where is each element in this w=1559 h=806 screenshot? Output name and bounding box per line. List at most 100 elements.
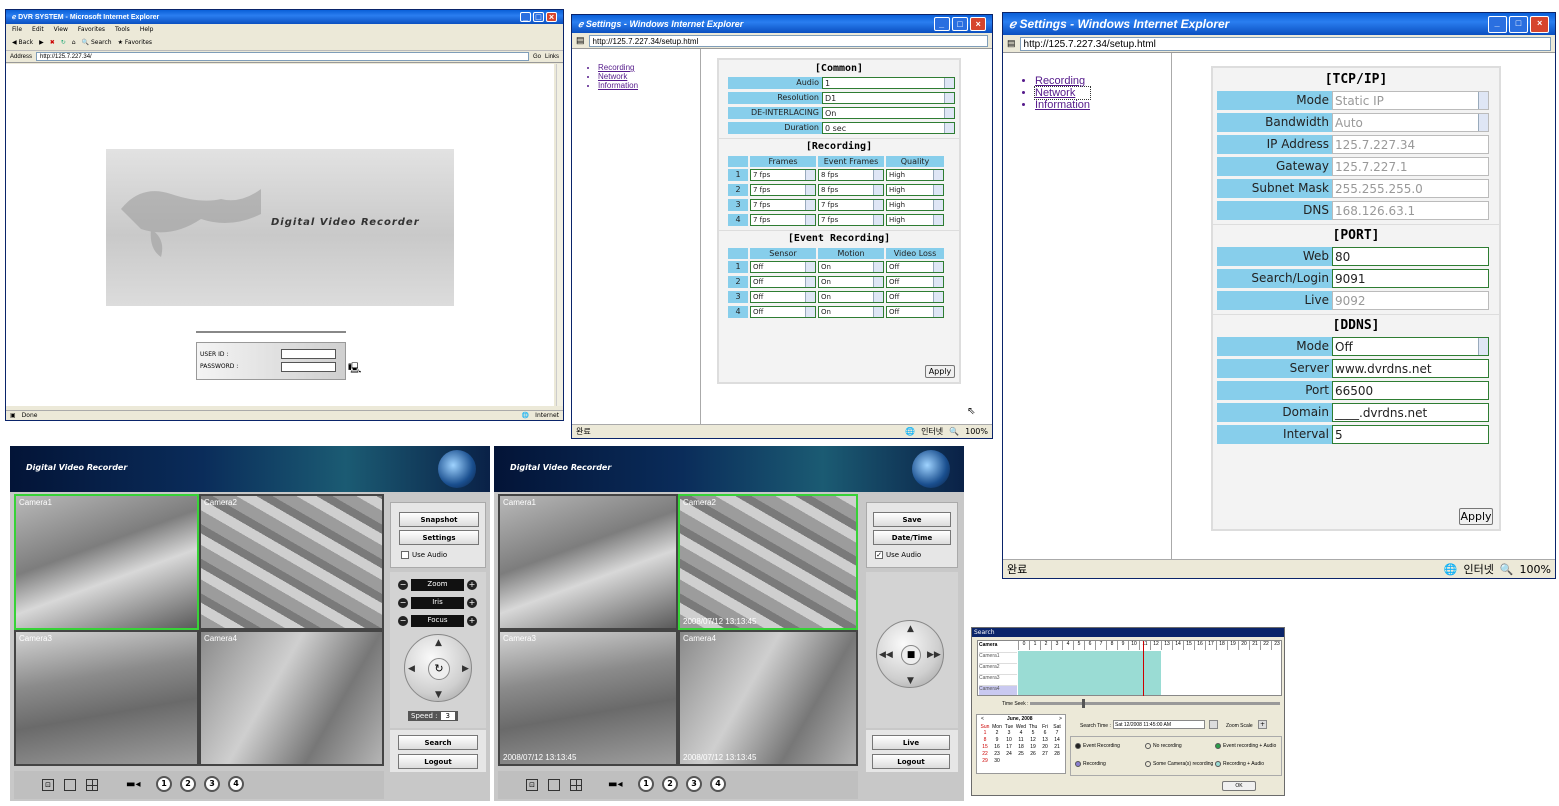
apply-button[interactable]: Apply bbox=[1459, 508, 1493, 525]
table-select[interactable]: Off bbox=[750, 261, 816, 273]
dropdown-arrow-icon[interactable] bbox=[1478, 338, 1488, 355]
maximize-icon[interactable]: □ bbox=[952, 17, 968, 31]
menu-item[interactable]: Favorites bbox=[78, 26, 105, 33]
iris-plus-button[interactable]: + bbox=[467, 598, 477, 608]
setting-input[interactable]: ____.dvrdns.net bbox=[1332, 403, 1489, 422]
stop-icon[interactable]: ✖ bbox=[50, 39, 55, 46]
calendar-day[interactable]: 21 bbox=[1051, 744, 1063, 751]
nav-recording[interactable]: Recording bbox=[598, 63, 638, 72]
zoom-icon[interactable]: 🔍 bbox=[949, 427, 959, 436]
calendar-day[interactable]: 26 bbox=[1027, 751, 1039, 758]
camera-view-1[interactable]: Camera1 bbox=[14, 494, 199, 630]
calendar-day[interactable]: 29 bbox=[979, 758, 991, 765]
settings-button[interactable]: Settings bbox=[399, 530, 479, 545]
forward-icon[interactable]: ▶ bbox=[39, 39, 44, 46]
calendar-day[interactable]: 16 bbox=[991, 744, 1003, 751]
close-icon[interactable]: × bbox=[970, 17, 986, 31]
calendar-day[interactable]: 10 bbox=[1003, 737, 1015, 744]
timeline-camera-row[interactable]: Camera4 bbox=[979, 685, 1017, 695]
zoom-plus-button[interactable]: + bbox=[467, 580, 477, 590]
calendar-day[interactable]: 25 bbox=[1015, 751, 1027, 758]
maximize-icon[interactable]: □ bbox=[533, 12, 544, 22]
dropdown-arrow-icon[interactable] bbox=[933, 200, 943, 210]
dropdown-arrow-icon[interactable] bbox=[805, 277, 815, 287]
table-select[interactable]: On bbox=[818, 306, 884, 318]
nav-network[interactable]: Network bbox=[598, 72, 638, 81]
setting-input[interactable]: 66500 bbox=[1332, 381, 1489, 400]
settings-window-titlebar[interactable]: ℯ Settings - Windows Internet Explorer _… bbox=[1003, 13, 1555, 35]
table-select[interactable]: 7 fps bbox=[750, 199, 816, 211]
dropdown-arrow-icon[interactable] bbox=[873, 262, 883, 272]
zoom-level[interactable]: 100% bbox=[1520, 563, 1551, 576]
setting-select[interactable]: D1 bbox=[822, 92, 955, 104]
table-select[interactable]: Off bbox=[886, 306, 944, 318]
use-audio-checkbox[interactable]: ✓ Use Audio bbox=[875, 551, 921, 559]
save-button[interactable]: Save bbox=[873, 512, 951, 527]
table-select[interactable]: 8 fps bbox=[818, 184, 884, 196]
zoom-minus-button[interactable]: − bbox=[398, 580, 408, 590]
search-button[interactable]: 🔍 Search bbox=[82, 39, 112, 46]
refresh-icon[interactable]: ↻ bbox=[61, 39, 66, 46]
table-select[interactable]: High bbox=[886, 199, 944, 211]
setting-input[interactable]: 80 bbox=[1332, 247, 1489, 266]
table-select[interactable]: 7 fps bbox=[750, 184, 816, 196]
dropdown-arrow-icon[interactable] bbox=[805, 185, 815, 195]
timeline-camera-row[interactable]: Camera1 bbox=[979, 652, 1017, 662]
focus-plus-button[interactable]: + bbox=[467, 616, 477, 626]
setting-select[interactable]: Off bbox=[1332, 337, 1489, 356]
dropdown-arrow-icon[interactable] bbox=[805, 200, 815, 210]
fullscreen-icon[interactable]: ⊡ bbox=[42, 779, 54, 791]
dropdown-arrow-icon[interactable] bbox=[805, 307, 815, 317]
channel-3-button[interactable]: 3 bbox=[204, 776, 220, 792]
table-select[interactable]: On bbox=[818, 276, 884, 288]
setting-select[interactable]: On bbox=[822, 107, 955, 119]
camera-view-3[interactable]: Camera3 2008/07/12 13:13:45 bbox=[498, 630, 678, 766]
setting-input[interactable]: 255.255.255.0 bbox=[1332, 179, 1489, 198]
dropdown-arrow-icon[interactable] bbox=[1478, 114, 1488, 131]
setting-select[interactable]: Static IP bbox=[1332, 91, 1489, 110]
setting-input[interactable]: 9092 bbox=[1332, 291, 1489, 310]
dropdown-arrow-icon[interactable] bbox=[933, 170, 943, 180]
setting-input[interactable]: 168.126.63.1 bbox=[1332, 201, 1489, 220]
setting-input[interactable]: 9091 bbox=[1332, 269, 1489, 288]
nav-network[interactable]: Network bbox=[1033, 86, 1092, 100]
setting-select[interactable]: Auto bbox=[1332, 113, 1489, 132]
arrow-down-icon[interactable]: ▼ bbox=[435, 690, 442, 700]
arrow-left-icon[interactable]: ◀ bbox=[408, 664, 415, 674]
dropdown-arrow-icon[interactable] bbox=[873, 215, 883, 225]
address-input[interactable]: http://125.7.227.34/setup.html bbox=[1019, 36, 1551, 51]
single-view-icon[interactable] bbox=[64, 779, 76, 791]
setting-input[interactable]: www.dvrdns.net bbox=[1332, 359, 1489, 378]
setting-input[interactable]: 5 bbox=[1332, 425, 1489, 444]
back-button[interactable]: ◀ Back bbox=[12, 39, 33, 46]
menu-item[interactable]: View bbox=[54, 26, 68, 33]
dropdown-arrow-icon[interactable] bbox=[1478, 92, 1488, 109]
use-audio-checkbox[interactable]: Use Audio bbox=[401, 551, 447, 559]
login-window-titlebar[interactable]: ℯ DVR SYSTEM - Microsoft Internet Explor… bbox=[6, 10, 563, 24]
table-select[interactable]: 7 fps bbox=[818, 214, 884, 226]
logout-button[interactable]: Logout bbox=[872, 754, 950, 769]
stop-icon[interactable]: ■ bbox=[901, 645, 921, 665]
calendar-day[interactable]: 17 bbox=[1003, 744, 1015, 751]
minimize-icon[interactable]: _ bbox=[1488, 15, 1507, 33]
channel-1-button[interactable]: 1 bbox=[638, 776, 654, 792]
time-seek-slider[interactable] bbox=[1030, 699, 1280, 708]
dropdown-arrow-icon[interactable] bbox=[944, 78, 954, 88]
search-time-input[interactable]: Sat 12/2008 11:45:00 AM bbox=[1113, 720, 1205, 729]
fullscreen-icon[interactable]: ⊡ bbox=[526, 779, 538, 791]
settings-window-titlebar[interactable]: ℯ Settings - Windows Internet Explorer _… bbox=[572, 15, 992, 33]
logout-button[interactable]: Logout bbox=[398, 754, 478, 769]
table-select[interactable]: On bbox=[818, 291, 884, 303]
search-button[interactable]: Search bbox=[398, 735, 478, 750]
calendar-day[interactable]: 27 bbox=[1039, 751, 1051, 758]
prev-month-button[interactable]: < bbox=[981, 716, 984, 722]
auto-rotate-icon[interactable]: ↻ bbox=[428, 658, 450, 680]
menu-item[interactable]: Edit bbox=[32, 26, 44, 33]
calendar-day[interactable]: 4 bbox=[1015, 730, 1027, 737]
table-select[interactable]: 7 fps bbox=[818, 199, 884, 211]
calendar-day[interactable]: 1 bbox=[979, 730, 991, 737]
playback-dial[interactable]: ▲ ▼ ◀◀ ▶▶ ■ bbox=[876, 620, 944, 688]
calendar-day[interactable]: 20 bbox=[1039, 744, 1051, 751]
table-select[interactable]: 7 fps bbox=[750, 169, 816, 181]
dropdown-arrow-icon[interactable] bbox=[933, 185, 943, 195]
